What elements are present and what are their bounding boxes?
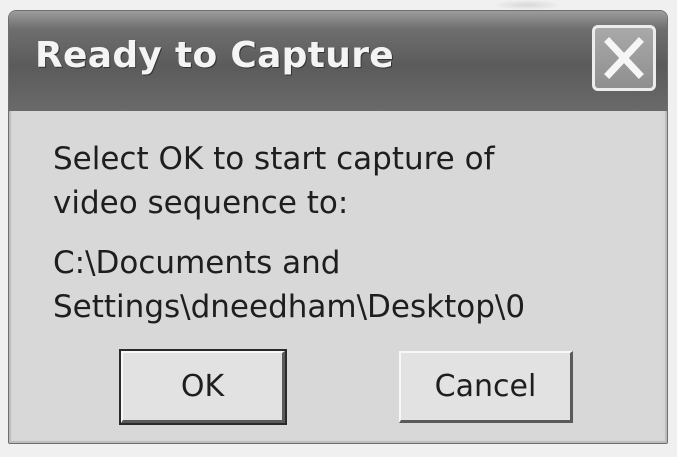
dialog-title: Ready to Capture: [35, 35, 394, 76]
background-smudge: [492, 0, 562, 10]
ok-button-label: OK: [180, 369, 225, 404]
cancel-button-label: Cancel: [434, 369, 537, 404]
title-bar[interactable]: Ready to Capture: [9, 11, 667, 111]
screenshot-page: Ready to Capture Select OK to start capt…: [0, 0, 677, 457]
capture-path-line-1: C:\Documents and: [53, 245, 341, 281]
message-line-1: Select OK to start capture of: [53, 141, 495, 177]
close-x-icon: [604, 37, 644, 79]
dialog-body: Select OK to start capture of video sequ…: [13, 111, 663, 439]
cancel-button[interactable]: Cancel: [399, 351, 573, 423]
close-button[interactable]: [592, 25, 656, 91]
ok-button[interactable]: OK: [119, 349, 287, 425]
ready-to-capture-dialog: Ready to Capture Select OK to start capt…: [8, 10, 668, 444]
message-line-2: video sequence to:: [53, 185, 349, 221]
capture-path-line-2: Settings\dneedham\Desktop\0: [53, 289, 526, 325]
